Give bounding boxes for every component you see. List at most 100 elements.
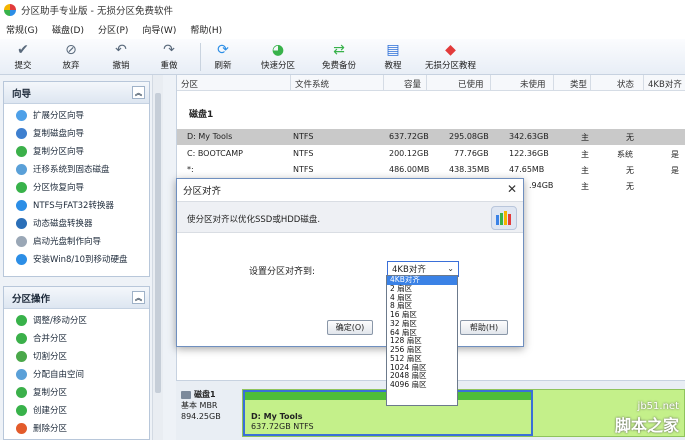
redo-icon: ↷ bbox=[163, 42, 175, 58]
windows-icon bbox=[16, 253, 27, 265]
help-button[interactable]: 帮助(H) bbox=[460, 320, 508, 335]
convert-icon bbox=[16, 199, 27, 211]
recovery-icon bbox=[16, 181, 27, 193]
disk-type: 基本 MBR bbox=[181, 401, 218, 410]
align-icon bbox=[491, 206, 517, 230]
cd-icon bbox=[16, 235, 27, 247]
sidebar-item-delete[interactable]: 删除分区 bbox=[4, 419, 149, 437]
dialog-description-bar: 使分区对齐以优化SSD或HDD磁盘. bbox=[177, 201, 523, 233]
col-type[interactable]: 类型 bbox=[570, 78, 587, 90]
collapse-wizard-button[interactable]: ︽ bbox=[132, 86, 145, 99]
sidebar-item-extend-wizard[interactable]: 扩展分区向导 bbox=[4, 106, 149, 124]
sidebar-item-boot-cd[interactable]: 启动光盘制作向导 bbox=[4, 232, 149, 250]
disk-group-label: 磁盘1 bbox=[189, 110, 214, 120]
refresh-icon: ⟳ bbox=[217, 42, 229, 58]
table-header: 分区 文件系统 容量 已使用 未使用 类型 状态 4KB对齐 bbox=[177, 75, 685, 91]
close-icon[interactable]: ✕ bbox=[507, 182, 517, 196]
dynamic-disk-icon bbox=[16, 217, 27, 229]
wizard-icon bbox=[16, 109, 27, 121]
col-4k-align[interactable]: 4KB对齐 bbox=[648, 78, 682, 90]
partition-block-name: D: My Tools bbox=[251, 412, 303, 421]
commit-button[interactable]: ✔ 提交 bbox=[14, 41, 32, 71]
lossless-tutorial-icon: ◆ bbox=[445, 42, 456, 58]
watermark-name: 脚本之家 bbox=[614, 416, 679, 435]
disk-size: 894.25GB bbox=[181, 412, 221, 421]
free-backup-button[interactable]: ⇄ 免费备份 bbox=[322, 41, 356, 71]
disk-icon bbox=[181, 390, 191, 399]
merge-icon bbox=[16, 332, 27, 344]
delete-icon bbox=[16, 422, 27, 434]
dialog-title: 分区对齐 bbox=[177, 179, 523, 201]
sidebar-item-copy-partition[interactable]: 复制分区向导 bbox=[4, 142, 149, 160]
sidebar: 向导 ︽ 扩展分区向导 复制磁盘向导 复制分区向导 迁移系统到固态磁盘 分区恢复… bbox=[0, 75, 163, 440]
col-partition[interactable]: 分区 bbox=[181, 78, 198, 90]
refresh-button[interactable]: ⟳ 刷新 bbox=[214, 41, 232, 71]
wizard-panel-title: 向导 bbox=[12, 88, 32, 100]
redo-button[interactable]: ↷ 重做 bbox=[160, 41, 178, 71]
toolbar-separator bbox=[200, 43, 201, 71]
disk-info[interactable]: 磁盘1 基本 MBR 894.25GB bbox=[181, 389, 239, 437]
table-row[interactable]: C: BOOTCAMP NTFS 200.12GB 77.76GB 122.36… bbox=[177, 146, 685, 162]
menu-disk[interactable]: 磁盘(D) bbox=[52, 23, 84, 36]
sidebar-item-merge[interactable]: 合并分区 bbox=[4, 329, 149, 347]
chevron-down-icon: ⌄ bbox=[447, 264, 454, 273]
scroll-thumb[interactable] bbox=[155, 93, 161, 393]
col-unused[interactable]: 未使用 bbox=[520, 78, 546, 90]
watermark-url: jb51.net bbox=[637, 401, 679, 412]
create-icon bbox=[16, 404, 27, 416]
backup-icon: ⇄ bbox=[333, 42, 345, 58]
sidebar-item-ntfs-fat32[interactable]: NTFS与FAT32转换器 bbox=[4, 196, 149, 214]
copy-icon bbox=[16, 386, 27, 398]
sidebar-item-win-to-go[interactable]: 安装Win8/10到移动硬盘 bbox=[4, 250, 149, 268]
ok-button[interactable]: 确定(O) bbox=[327, 320, 373, 335]
sidebar-scrollbar[interactable] bbox=[152, 75, 163, 440]
wizard-panel: 向导 ︽ 扩展分区向导 复制磁盘向导 复制分区向导 迁移系统到固态磁盘 分区恢复… bbox=[3, 81, 150, 277]
menu-general[interactable]: 常规(G) bbox=[6, 23, 38, 36]
align-select-value: 4KB对齐 bbox=[392, 265, 426, 275]
tutorial-button[interactable]: ▤ 教程 bbox=[384, 41, 402, 71]
sidebar-item-partition-recovery[interactable]: 分区恢复向导 bbox=[4, 178, 149, 196]
dialog-description: 使分区对齐以优化SSD或HDD磁盘. bbox=[187, 215, 321, 225]
disk-copy-icon bbox=[16, 127, 27, 139]
discard-button[interactable]: ⊘ 放弃 bbox=[62, 41, 80, 71]
menu-wizard[interactable]: 向导(W) bbox=[142, 23, 176, 36]
quick-partition-button[interactable]: ◕ 快速分区 bbox=[261, 41, 295, 71]
sidebar-item-copy[interactable]: 复制分区 bbox=[4, 383, 149, 401]
split-icon bbox=[16, 350, 27, 362]
option-4096-sectors[interactable]: 4096 扇区 bbox=[387, 380, 457, 390]
sidebar-item-dynamic-disk[interactable]: 动态磁盘转换器 bbox=[4, 214, 149, 232]
sidebar-item-split[interactable]: 切割分区 bbox=[4, 347, 149, 365]
sidebar-item-create[interactable]: 创建分区 bbox=[4, 401, 149, 419]
col-status[interactable]: 状态 bbox=[617, 78, 634, 90]
title-bar: 分区助手专业版 - 无损分区免费软件 bbox=[0, 0, 685, 20]
align-dialog: 分区对齐 ✕ 使分区对齐以优化SSD或HDD磁盘. 设置分区对齐到: 4KB对齐… bbox=[176, 178, 524, 347]
tutorial-icon: ▤ bbox=[386, 42, 400, 58]
table-row[interactable]: *: NTFS 486.00MB 438.35MB 47.65MB 主 无 是 bbox=[177, 162, 685, 178]
align-label: 设置分区对齐到: bbox=[249, 267, 316, 277]
sidebar-item-migrate-os[interactable]: 迁移系统到固态磁盘 bbox=[4, 160, 149, 178]
discard-icon: ⊘ bbox=[65, 42, 77, 58]
col-capacity[interactable]: 容量 bbox=[404, 78, 421, 90]
migrate-icon bbox=[16, 163, 27, 175]
sidebar-item-allocate-space[interactable]: 分配自由空间 bbox=[4, 365, 149, 383]
menu-help[interactable]: 帮助(H) bbox=[190, 23, 222, 36]
collapse-ops-button[interactable]: ︽ bbox=[132, 291, 145, 304]
table-row[interactable]: D: My Tools NTFS 637.72GB 295.08GB 342.6… bbox=[177, 129, 685, 145]
sidebar-item-resize-move[interactable]: 调整/移动分区 bbox=[4, 311, 149, 329]
quick-partition-icon: ◕ bbox=[271, 42, 285, 58]
col-filesystem[interactable]: 文件系统 bbox=[295, 78, 329, 90]
lossless-tutorial-button[interactable]: ◆ 无损分区教程 bbox=[425, 41, 476, 71]
disk-name: 磁盘1 bbox=[194, 390, 216, 399]
undo-button[interactable]: ↶ 撤销 bbox=[112, 41, 130, 71]
allocate-icon bbox=[16, 368, 27, 380]
sidebar-item-copy-disk[interactable]: 复制磁盘向导 bbox=[4, 124, 149, 142]
resize-icon bbox=[16, 314, 27, 326]
undo-icon: ↶ bbox=[115, 42, 127, 58]
menu-bar: 常规(G) 磁盘(D) 分区(P) 向导(W) 帮助(H) bbox=[0, 20, 685, 39]
partition-ops-panel: 分区操作 ︽ 调整/移动分区 合并分区 切割分区 分配自由空间 复制分区 创建分… bbox=[3, 286, 150, 440]
check-icon: ✔ bbox=[17, 42, 29, 58]
col-used[interactable]: 已使用 bbox=[458, 78, 484, 90]
menu-partition[interactable]: 分区(P) bbox=[98, 23, 128, 36]
app-logo-icon bbox=[4, 4, 16, 16]
watermark: jb51.net 脚本之家 bbox=[615, 401, 679, 436]
